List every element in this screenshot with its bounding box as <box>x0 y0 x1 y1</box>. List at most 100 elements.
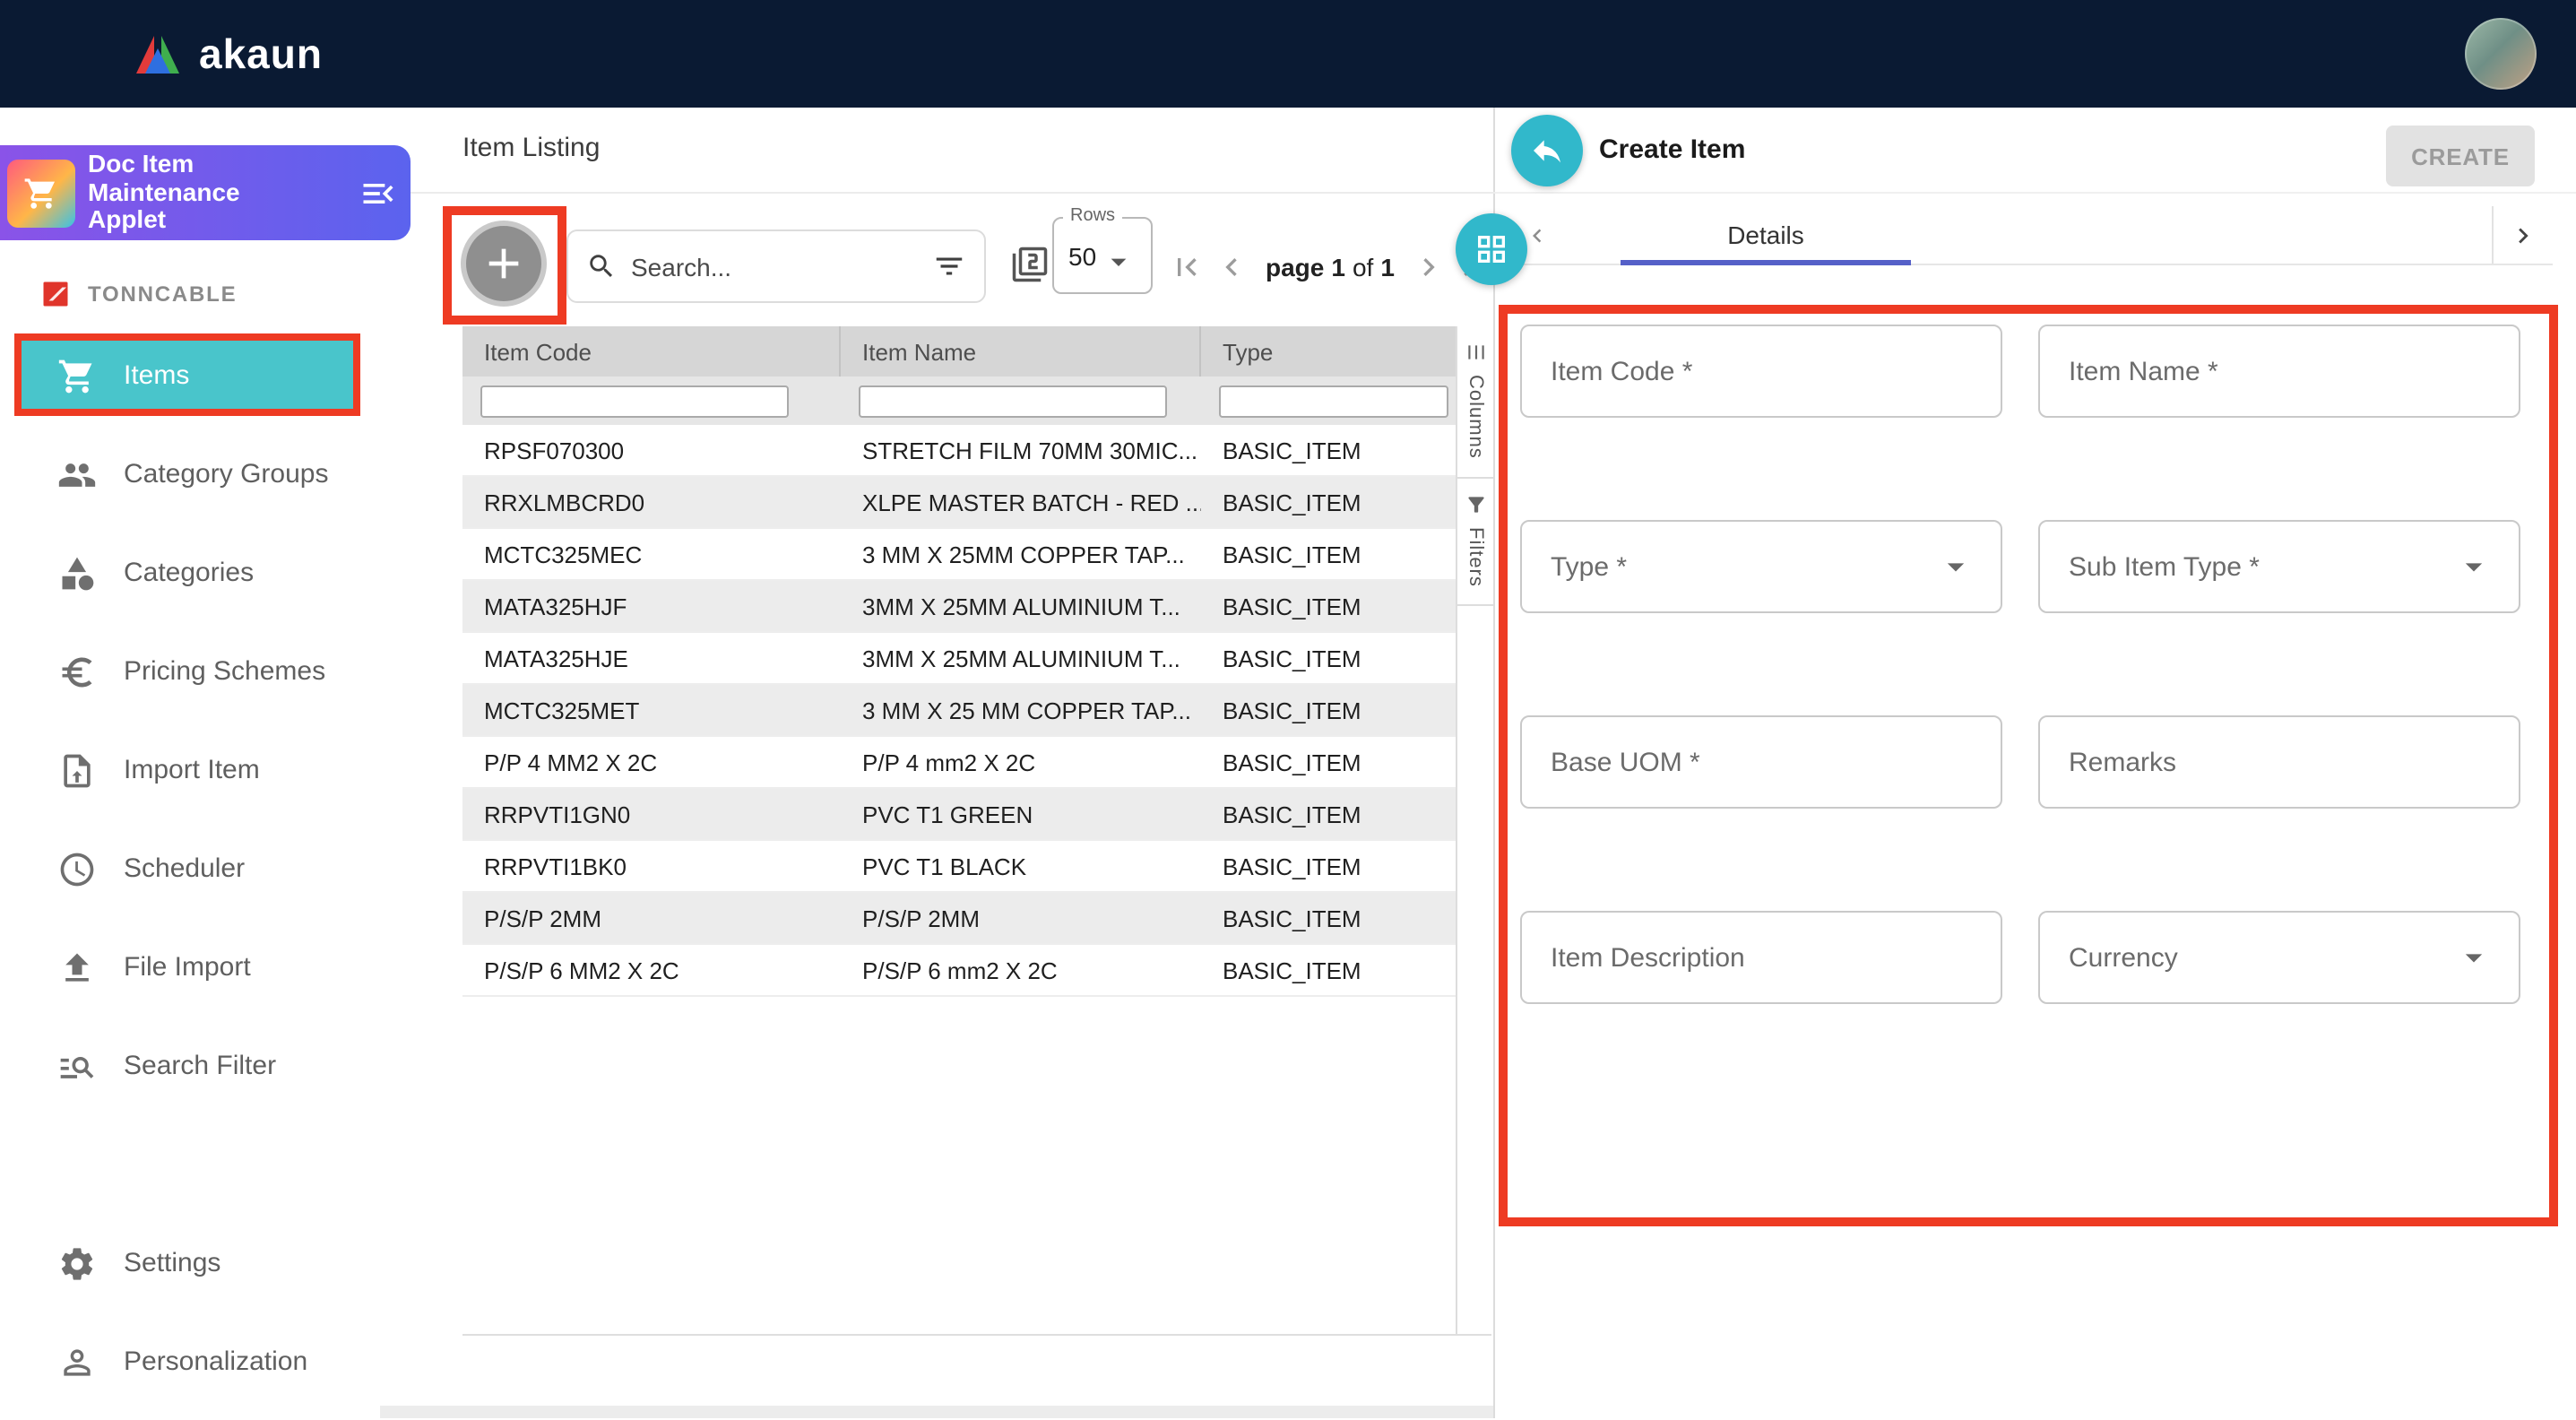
sub-item-type-select[interactable]: Sub Item Type * <box>2038 520 2520 613</box>
sidebar-nav-bottom: Settings Personalization <box>0 1223 380 1420</box>
duplicate-page-icon[interactable] <box>1011 246 1049 283</box>
base-uom-field[interactable]: Base UOM * <box>1520 715 2002 809</box>
tab-details-label: Details <box>1727 221 1804 249</box>
filter-list-icon[interactable] <box>932 249 966 283</box>
sidebar-item-settings[interactable]: Settings <box>0 1223 380 1303</box>
field-label: Sub Item Type * <box>2069 551 2260 582</box>
column-header-item-name[interactable]: Item Name <box>841 326 1201 377</box>
top-navbar: akaun <box>0 0 2576 108</box>
app-root: akaun Doc Item Maintenance Applet TONNCA… <box>0 0 2576 1418</box>
sidebar-item-label: Category Groups <box>124 459 328 489</box>
table-side-panel: Columns Filters <box>1456 326 1493 1334</box>
search-icon <box>586 251 617 281</box>
table-header-row: Item Code Item Name Type <box>462 326 1456 377</box>
sidebar-item-label: Items <box>124 360 189 391</box>
items-table: Item Code Item Name Type RPSF070300STRET… <box>462 326 1456 997</box>
dropdown-caret-icon <box>2454 938 2494 977</box>
company-row: TONNCABLE <box>39 273 237 316</box>
sidebar-item-file-import[interactable]: File Import <box>0 927 380 1008</box>
page-total: 1 <box>1380 253 1395 281</box>
company-logo-icon <box>39 278 72 310</box>
table-row[interactable]: MCTC325MEC3 MM X 25MM COPPER TAP...BASIC… <box>462 529 1456 581</box>
table-row[interactable]: MATA325HJE3MM X 25MM ALUMINIUM T...BASIC… <box>462 633 1456 685</box>
sidebar-item-scheduler[interactable]: Scheduler <box>0 828 380 909</box>
first-page-button[interactable] <box>1165 246 1208 289</box>
brand-name: akaun <box>199 30 323 78</box>
filters-tab-label: Filters <box>1465 527 1486 587</box>
search-input[interactable] <box>627 250 921 282</box>
detail-header-divider <box>1495 192 2576 194</box>
sidebar-item-label: Categories <box>124 558 254 588</box>
rows-per-page-select[interactable]: Rows 50 <box>1052 217 1153 294</box>
page-word: page <box>1266 253 1324 281</box>
table-row[interactable]: MCTC325MET3 MM X 25 MM COPPER TAP...BASI… <box>462 685 1456 737</box>
cart-icon <box>57 356 97 395</box>
remarks-field[interactable]: Remarks <box>2038 715 2520 809</box>
person-icon <box>57 1342 97 1381</box>
file-upload-icon <box>57 750 97 790</box>
back-arrow-icon <box>1529 133 1565 169</box>
funnel-icon <box>1464 493 1487 516</box>
filter-input-item-code[interactable] <box>480 385 789 417</box>
sidebar-nav: Items Category Groups Categories Pricing… <box>0 335 380 1124</box>
applet-header: Doc Item Maintenance Applet <box>0 145 411 240</box>
tabs-next-button[interactable] <box>2492 206 2553 264</box>
table-row[interactable]: RRPVTI1BK0PVC T1 BLACKBASIC_ITEM <box>462 841 1456 893</box>
columns-panel-tab[interactable]: Columns <box>1457 326 1493 479</box>
brand-logo[interactable]: akaun <box>133 0 323 108</box>
sidebar-item-category-groups[interactable]: Category Groups <box>0 434 380 515</box>
item-name-field[interactable]: Item Name * <box>2038 325 2520 418</box>
type-select[interactable]: Type * <box>1520 520 2002 613</box>
field-label: Item Description <box>1551 942 1745 973</box>
detail-tabs: Details <box>1513 206 2553 265</box>
table-row[interactable]: P/P 4 MM2 X 2CP/P 4 mm2 X 2CBASIC_ITEM <box>462 737 1456 789</box>
sidebar-item-label: Personalization <box>124 1346 307 1377</box>
field-label: Currency <box>2069 942 2178 973</box>
table-row[interactable]: RPSF070300STRETCH FILM 70MM 30MIC...BASI… <box>462 425 1456 477</box>
user-avatar[interactable] <box>2465 18 2537 90</box>
table-row[interactable]: RRPVTI1GN0PVC T1 GREENBASIC_ITEM <box>462 789 1456 841</box>
item-description-field[interactable]: Item Description <box>1520 911 2002 1004</box>
field-label: Item Code * <box>1551 356 1692 386</box>
next-page-button[interactable] <box>1407 246 1450 289</box>
search-box <box>566 229 986 303</box>
sidebar-item-pricing-schemes[interactable]: Pricing Schemes <box>0 631 380 712</box>
table-row[interactable]: P/S/P 6 MM2 X 2CP/S/P 6 mm2 X 2CBASIC_IT… <box>462 945 1456 997</box>
sidebar-item-personalization[interactable]: Personalization <box>0 1321 380 1402</box>
table-filter-row <box>462 377 1456 425</box>
columns-tab-label: Columns <box>1465 375 1486 459</box>
euro-icon <box>57 652 97 691</box>
sidebar-item-search-filter[interactable]: Search Filter <box>0 1026 380 1106</box>
detail-pane-title: Create Item <box>1599 134 1745 165</box>
dropdown-caret-icon <box>1100 243 1136 279</box>
pagination: page 1 of 1 <box>1165 229 1495 305</box>
sidebar-item-import-item[interactable]: Import Item <box>0 730 380 810</box>
sidebar-item-items[interactable]: Items <box>22 335 355 416</box>
column-header-item-code[interactable]: Item Code <box>462 326 841 377</box>
column-header-type[interactable]: Type <box>1201 326 1456 377</box>
table-row[interactable]: MATA325HJF3MM X 25MM ALUMINIUM T...BASIC… <box>462 581 1456 633</box>
layout-toggle-button[interactable] <box>1456 213 1527 285</box>
rows-value: 50 <box>1068 241 1096 270</box>
tab-details[interactable]: Details <box>1621 206 1911 264</box>
filter-input-type[interactable] <box>1219 385 1448 417</box>
back-button[interactable] <box>1511 115 1583 186</box>
plus-icon <box>479 238 529 289</box>
prev-page-button[interactable] <box>1210 246 1253 289</box>
grid-view-icon <box>1474 231 1509 267</box>
table-row[interactable]: P/S/P 2MMP/S/P 2MMBASIC_ITEM <box>462 893 1456 945</box>
grip-icon <box>1464 341 1487 364</box>
currency-select[interactable]: Currency <box>2038 911 2520 1004</box>
sidebar-collapse-icon[interactable] <box>359 173 398 212</box>
table-row[interactable]: RRXLMBCRD0XLPE MASTER BATCH - RED ...BAS… <box>462 477 1456 529</box>
table-body: RPSF070300STRETCH FILM 70MM 30MIC...BASI… <box>462 425 1456 997</box>
sidebar-item-label: Search Filter <box>124 1051 276 1081</box>
page-current: 1 <box>1331 253 1345 281</box>
create-button[interactable]: CREATE <box>2386 126 2535 186</box>
filter-input-item-name[interactable] <box>859 385 1167 417</box>
filters-panel-tab[interactable]: Filters <box>1457 479 1493 607</box>
item-code-field[interactable]: Item Code * <box>1520 325 2002 418</box>
sidebar-item-categories[interactable]: Categories <box>0 532 380 613</box>
chevron-left-icon <box>1214 249 1249 285</box>
add-item-button[interactable] <box>461 221 547 307</box>
